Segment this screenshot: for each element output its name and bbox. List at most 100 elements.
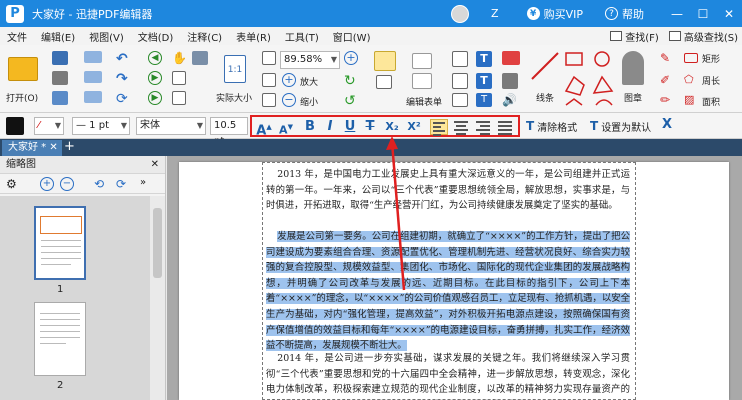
text-color-swatch[interactable] <box>6 117 24 135</box>
paragraph-2[interactable]: 发展是公司第一要务。公司在组建初期，就确立了“××××”的工作方针，提出了把公司… <box>266 229 630 354</box>
rectangle-icon[interactable] <box>684 53 698 63</box>
perimeter-icon[interactable]: ⬠ <box>684 73 698 86</box>
email-icon[interactable] <box>52 91 68 105</box>
menu-window[interactable]: 窗口(W) <box>326 29 378 44</box>
zoom-select[interactable]: 89.58% ▼ <box>280 51 340 69</box>
form-checkbox-icon[interactable] <box>412 73 432 89</box>
actual-size-button[interactable]: 1:1 实际大小 <box>214 49 258 109</box>
justify-button[interactable] <box>496 119 514 135</box>
menu-document[interactable]: 文档(D) <box>131 29 181 44</box>
line-button[interactable]: 线条 <box>526 49 566 109</box>
share-icon[interactable] <box>84 71 102 83</box>
undo-icon[interactable]: ↶ <box>116 51 132 67</box>
italic-button[interactable]: I <box>322 119 338 135</box>
close-window-button[interactable]: ✕ <box>716 7 742 21</box>
font-size-select[interactable]: 10.5 pt <box>210 117 248 147</box>
bold-button[interactable]: B <box>302 119 318 135</box>
tab-document[interactable]: 大家好 * ✕ <box>2 140 62 156</box>
set-default-button[interactable]: T 设置为默认 <box>590 117 651 135</box>
thumb-zoom-in-icon[interactable]: + <box>40 177 54 191</box>
font-name-select[interactable]: 宋体 ▼ <box>136 117 206 135</box>
forward-icon[interactable]: ▶ <box>148 71 162 85</box>
menu-tools[interactable]: 工具(T) <box>278 29 326 44</box>
zoom-in-icon[interactable]: + <box>282 73 296 87</box>
table-icon-2[interactable] <box>452 73 468 89</box>
save-icon[interactable] <box>52 51 68 65</box>
menu-comment[interactable]: 注释(C) <box>180 29 229 44</box>
align-right-button[interactable] <box>474 119 492 135</box>
font-shrink-icon[interactable]: A▼ <box>276 119 296 137</box>
pencil-icon[interactable]: ✐ <box>660 73 676 87</box>
sound-icon[interactable]: 🔊 <box>502 93 518 107</box>
rectangle-label[interactable]: 矩形 <box>702 52 720 65</box>
menu-file[interactable]: 文件 <box>0 29 34 44</box>
zoom-in-label[interactable]: 放大 <box>300 75 318 88</box>
last-page-icon[interactable]: ▶ <box>148 91 162 105</box>
menu-edit[interactable]: 编辑(E) <box>34 29 82 44</box>
select-icon[interactable] <box>172 71 186 85</box>
help-button[interactable]: ? 帮助 <box>605 6 644 22</box>
username[interactable]: Z <box>491 7 499 20</box>
snapshot-icon[interactable] <box>172 91 186 105</box>
stamp-button[interactable]: 图章 <box>614 49 654 109</box>
area-label[interactable]: 面积 <box>702 95 720 108</box>
eraser-icon[interactable]: ✎ <box>660 51 676 65</box>
buy-vip-button[interactable]: ¥ 购买VIP <box>526 6 583 22</box>
gear-icon[interactable]: ⚙ <box>6 177 20 191</box>
menu-view[interactable]: 视图(V) <box>82 29 131 44</box>
fill-color-select[interactable]: ⁄ ▼ <box>34 117 64 135</box>
find-button[interactable]: 查找(F) <box>610 29 659 44</box>
rotate-ccw-icon[interactable]: ↺ <box>344 93 358 109</box>
maximize-button[interactable]: ☐ <box>690 7 716 21</box>
fit-width-icon[interactable] <box>262 73 276 87</box>
form-field-icon[interactable] <box>412 53 432 69</box>
zoom-out-icon[interactable]: − <box>282 93 296 107</box>
edit-form-label[interactable]: 编辑表单 <box>406 95 442 108</box>
paragraph-1[interactable]: 2013 年，是中国电力工业发展史上具有重大深远意义的一年，是公司组建并正式运转… <box>266 167 630 214</box>
paragraph-3[interactable]: 2014 年，是公司进一步夯实基础，谋求发展的关键之年。我们将继续深入学习贯彻“… <box>266 351 630 400</box>
user-avatar[interactable] <box>451 4 470 23</box>
clear-format-button[interactable]: T 清除格式 <box>526 117 577 135</box>
highlight-icon[interactable]: ✏ <box>660 93 676 107</box>
underline-button[interactable]: U <box>342 119 358 135</box>
textbox-icon[interactable]: T <box>476 73 492 89</box>
attachment-icon[interactable] <box>502 73 518 89</box>
reload-icon[interactable]: ⟳ <box>116 91 132 107</box>
align-left-button[interactable] <box>430 119 448 136</box>
fit-visible-icon[interactable] <box>262 93 276 107</box>
thumb-zoom-out-icon[interactable]: − <box>60 177 74 191</box>
menu-form[interactable]: 表单(R) <box>229 29 278 44</box>
text-edit-box[interactable]: 2013 年，是中国电力工业发展史上具有重大深远意义的一年，是公司组建并正式运转… <box>262 162 636 400</box>
reset-format-icon[interactable]: X <box>662 117 672 135</box>
close-icon[interactable]: ✕ <box>151 156 159 174</box>
rotate-cw-icon[interactable]: ↻ <box>344 73 358 89</box>
font-grow-icon[interactable]: A▲ <box>254 119 274 138</box>
rotate-right-icon[interactable]: ⟳ <box>116 177 132 191</box>
subscript-button[interactable]: X₂ <box>382 119 402 135</box>
align-center-button[interactable] <box>452 119 470 135</box>
selected-text[interactable]: 发展是公司第一要务。公司在组建初期，就确立了“××××”的工作方针，提出了把公司… <box>266 231 630 352</box>
back-icon[interactable]: ◀ <box>148 51 162 65</box>
camera-icon[interactable] <box>192 51 208 65</box>
print-icon[interactable] <box>52 71 68 85</box>
edit-object-icon[interactable] <box>376 75 392 89</box>
hand-icon[interactable]: ✋ <box>172 51 187 65</box>
zoom-plus-icon[interactable]: + <box>344 51 358 65</box>
thumbnail-page[interactable] <box>34 206 86 280</box>
text-icon[interactable]: T <box>476 51 492 67</box>
export-icon[interactable] <box>84 91 102 103</box>
rotate-left-icon[interactable]: ⟲ <box>94 177 110 191</box>
area-icon[interactable]: ▨ <box>684 93 698 106</box>
minimize-button[interactable]: — <box>664 7 690 21</box>
redo-icon[interactable]: ↷ <box>116 71 132 87</box>
thumbnail-scrollbar[interactable] <box>150 196 165 400</box>
superscript-button[interactable]: X² <box>404 119 424 135</box>
fit-page-icon[interactable] <box>262 51 276 65</box>
thumbnail-page[interactable] <box>34 302 86 376</box>
table-icon-3[interactable] <box>452 93 468 107</box>
comment-icon[interactable] <box>502 51 520 65</box>
advanced-find-button[interactable]: 高级查找(S) <box>668 29 738 44</box>
callout-text-icon[interactable]: T <box>476 93 492 107</box>
strikethrough-button[interactable]: T <box>362 119 378 135</box>
scrollbar-thumb[interactable] <box>153 208 162 278</box>
